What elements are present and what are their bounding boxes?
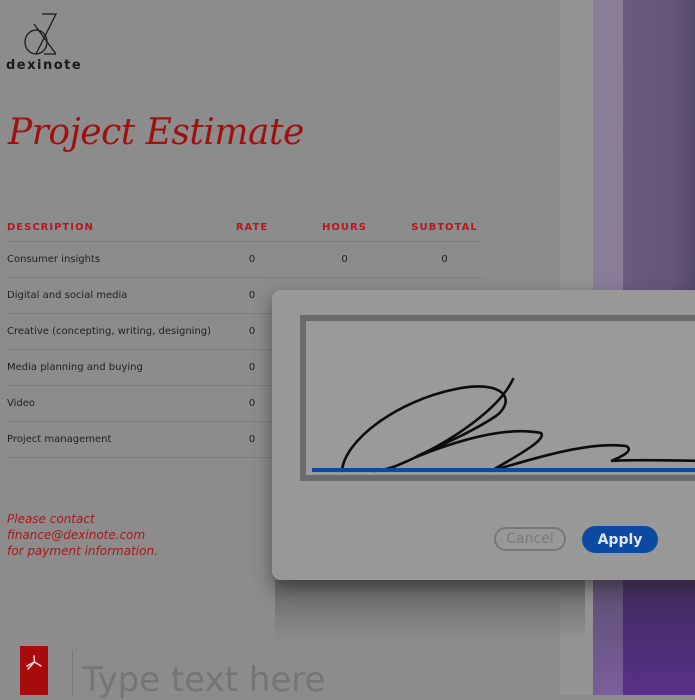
brand-name: dexinote [6, 58, 83, 73]
contact-line: Please contact [7, 512, 95, 526]
page-title: Project Estimate [8, 112, 304, 153]
signature-dialog: Cancel Apply [272, 290, 695, 580]
cell-rate: 0 [248, 254, 256, 265]
header-hours: HOURS [322, 221, 367, 233]
header-description: DESCRIPTION [7, 221, 94, 233]
cancel-button[interactable]: Cancel [494, 527, 566, 551]
dialog-shadow [275, 580, 585, 640]
header-subtotal: SUBTOTAL [411, 221, 478, 233]
brand-logo: dexinote [6, 12, 86, 73]
table-row: Consumer insights 0 0 0 [7, 242, 482, 278]
purple-stripe-light-bottom [593, 580, 623, 695]
cell-description: Media planning and buying [7, 362, 143, 373]
signature-pad[interactable] [300, 315, 695, 481]
dexinote-logo-icon [24, 13, 58, 55]
acrobat-icon [26, 655, 42, 670]
contact-line: for payment information. [7, 544, 158, 558]
header-rate: RATE [235, 221, 269, 233]
cell-description: Digital and social media [7, 290, 128, 301]
payment-contact-note: Please contact finance@dexinote.com for … [7, 511, 158, 559]
footer-divider [72, 650, 73, 695]
signature-baseline [312, 468, 695, 472]
apply-button[interactable]: Apply [582, 526, 658, 553]
signature-stroke [340, 377, 695, 473]
table-header: DESCRIPTION RATE HOURS SUBTOTAL [7, 213, 482, 242]
cell-description: Creative (concepting, writing, designing… [7, 326, 212, 337]
contact-email[interactable]: finance@dexinote.com [7, 527, 158, 543]
purple-stripe-dark-bottom [623, 580, 695, 695]
cell-hours: 0 [341, 254, 348, 265]
cell-description: Video [7, 398, 36, 409]
cell-description: Project management [7, 434, 112, 445]
acrobat-badge [20, 646, 48, 695]
cell-subtotal: 0 [441, 254, 448, 265]
cell-description: Consumer insights [7, 254, 101, 265]
text-input[interactable] [82, 660, 482, 700]
